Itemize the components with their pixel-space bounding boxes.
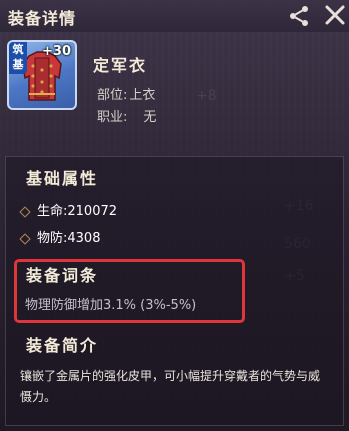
item-grade-badge: 筑基 — [9, 42, 27, 74]
item-icon-frame[interactable]: 筑基 +30 — [7, 40, 77, 110]
item-class-label: 职业: — [97, 110, 128, 125]
share-icon[interactable] — [287, 4, 311, 28]
affixes-title: 装备词条 — [26, 266, 99, 285]
affix-line: 物理防御增加3.1% (3%-5%) — [25, 298, 197, 313]
diamond-bullet-icon — [19, 205, 31, 218]
stat-label: 物防: — [37, 231, 68, 246]
description-text: 镶嵌了金属片的强化皮甲，可小幅提升穿戴者的气势与威慑力。 — [20, 369, 321, 404]
diamond-bullet-icon — [19, 232, 31, 245]
item-class-value: 无 — [143, 110, 157, 125]
background-ghost: +8 — [196, 88, 217, 104]
title-bar: 装备详情 — [0, 0, 349, 32]
page-title: 装备详情 — [8, 9, 77, 28]
stat-label: 生命: — [37, 204, 68, 219]
stat-row-hp: 生命:210072 — [19, 200, 118, 219]
stat-value: 4308 — [67, 231, 101, 246]
item-slot: 部位: 上衣 — [97, 84, 155, 103]
stat-row-pdef: 物防:4308 — [19, 227, 101, 246]
stat-value: 210072 — [67, 204, 118, 219]
close-icon[interactable] — [322, 2, 348, 28]
item-slot-value: 上衣 — [129, 88, 156, 103]
item-name: 定军衣 — [93, 56, 148, 75]
base-attributes-title: 基础属性 — [26, 169, 99, 188]
item-class: 职业: 无 — [97, 106, 156, 125]
item-slot-label: 部位: — [97, 88, 128, 103]
item-level: +30 — [42, 44, 71, 59]
description-title: 装备简介 — [26, 336, 99, 355]
